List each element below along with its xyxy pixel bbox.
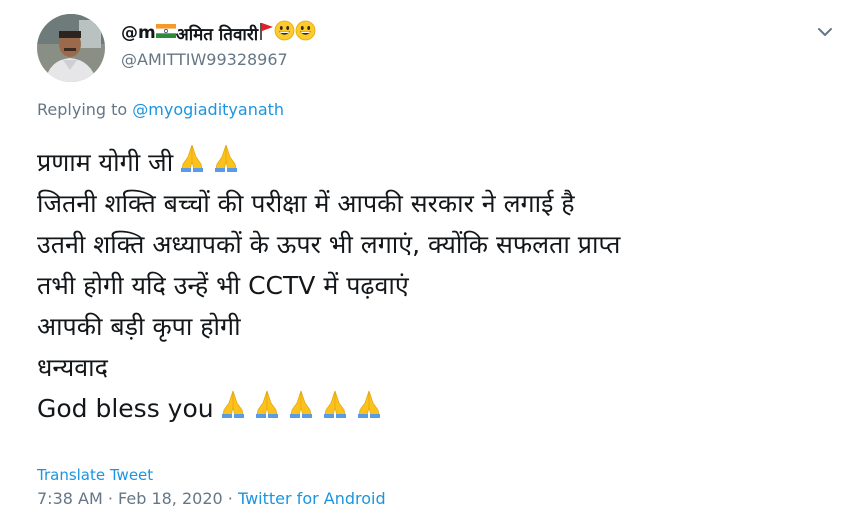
- folded-hands-icon: [320, 388, 350, 430]
- chevron-down-icon[interactable]: [816, 24, 834, 38]
- author-name-hindi: अमित तिवारी: [175, 24, 259, 45]
- tweet-line-text: तभी होगी यदि उन्हें भी CCTV में पढ़वाएं: [37, 271, 409, 300]
- folded-hands-icon: [218, 388, 248, 430]
- folded-hands-icon: [211, 142, 241, 184]
- tweet-line: तभी होगी यदि उन्हें भी CCTV में पढ़वाएं: [37, 265, 620, 306]
- tweet-line-text: आपकी बड़ी कृपा होगी: [37, 312, 241, 341]
- translate-tweet-link[interactable]: Translate Tweet: [37, 466, 153, 484]
- tweet-line: प्रणाम योगी जी: [37, 142, 620, 183]
- folded-hands-icon: [354, 388, 384, 430]
- tweet-line: धन्यवाद: [37, 347, 620, 388]
- tweet-line: God bless you: [37, 388, 620, 429]
- replying-to: Replying to @myogiadityanath: [37, 100, 284, 119]
- tweet-text: प्रणाम योगी जी जितनी शक्ति बच्चों की परी…: [37, 142, 620, 429]
- tweet-line-text: उतनी शक्ति अध्यापकों के ऊपर भी लगाएं, क्…: [37, 230, 621, 259]
- tweet-line-text: धन्यवाद: [37, 353, 108, 382]
- tweet-header: @m अमित तिवारी @AMITTIW99328967: [121, 18, 316, 69]
- avatar[interactable]: [37, 14, 105, 82]
- author-handle[interactable]: @AMITTIW99328967: [121, 50, 316, 69]
- tweet-line: जितनी शक्ति बच्चों की परीक्षा में आपकी स…: [37, 183, 620, 224]
- tweet-date[interactable]: Feb 18, 2020: [118, 489, 223, 508]
- tweet-line-text: प्रणाम योगी जी: [37, 148, 174, 177]
- grinning-face-icon: [274, 20, 295, 46]
- author-name[interactable]: @m अमित तिवारी: [121, 18, 316, 48]
- folded-hands-icon: [286, 388, 316, 430]
- india-flag-icon: [155, 23, 176, 43]
- red-pennant-icon: [258, 21, 274, 46]
- tweet-line-text: God bless you: [37, 394, 214, 423]
- folded-hands-icon: [252, 388, 282, 430]
- meta-separator: ·: [222, 489, 238, 508]
- tweet-meta: 7:38 AM · Feb 18, 2020 · Twitter for And…: [37, 489, 386, 508]
- grinning-face-icon: [295, 20, 316, 46]
- tweet-line: उतनी शक्ति अध्यापकों के ऊपर भी लगाएं, क्…: [37, 224, 620, 265]
- replying-to-label: Replying to: [37, 100, 133, 119]
- author-name-prefix: @m: [121, 23, 156, 43]
- folded-hands-icon: [177, 142, 207, 184]
- reply-target-link[interactable]: @myogiadityanath: [132, 100, 284, 119]
- tweet-line-text: जितनी शक्ति बच्चों की परीक्षा में आपकी स…: [37, 189, 575, 218]
- tweet-line: आपकी बड़ी कृपा होगी: [37, 306, 620, 347]
- tweet-source-link[interactable]: Twitter for Android: [238, 489, 386, 508]
- meta-separator: ·: [102, 489, 119, 508]
- tweet-time[interactable]: 7:38 AM: [37, 489, 103, 508]
